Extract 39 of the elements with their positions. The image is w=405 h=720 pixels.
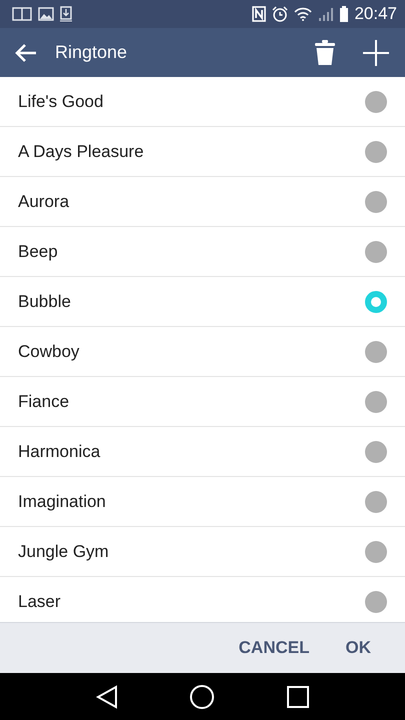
radio-button[interactable] (365, 190, 387, 212)
radio-button[interactable] (365, 240, 387, 262)
screen-title: Ringtone (55, 42, 128, 63)
radio-button[interactable] (365, 140, 387, 162)
add-icon[interactable] (363, 40, 389, 66)
radio-button[interactable] (365, 440, 387, 462)
radio-button[interactable] (365, 490, 387, 512)
trash-icon[interactable] (315, 40, 335, 66)
ringtone-item[interactable]: Imagination (0, 477, 405, 527)
recents-icon[interactable] (286, 686, 309, 708)
ringtone-item[interactable]: Harmonica (0, 427, 405, 477)
battery-icon (340, 6, 348, 22)
ringtone-item[interactable]: Cowboy (0, 327, 405, 377)
alarm-icon (272, 6, 288, 22)
radio-button[interactable] (365, 290, 387, 312)
ok-button[interactable]: OK (336, 630, 381, 666)
status-time: 20:47 (354, 4, 397, 24)
image-icon (38, 7, 54, 21)
ringtone-item[interactable]: Life's Good (0, 77, 405, 127)
back-icon[interactable] (96, 684, 118, 708)
ringtone-item[interactable]: Beep (0, 227, 405, 277)
back-arrow-icon[interactable] (14, 42, 38, 62)
home-icon[interactable] (190, 684, 214, 708)
ringtone-item[interactable]: Jungle Gym (0, 527, 405, 577)
radio-button[interactable] (365, 90, 387, 112)
nfc-icon (252, 6, 266, 22)
signal-icon (318, 7, 334, 21)
ringtone-item[interactable]: Fiance (0, 377, 405, 427)
ringtone-item[interactable]: Aurora (0, 177, 405, 227)
wifi-icon (294, 7, 312, 21)
cancel-button[interactable]: CANCEL (228, 630, 320, 666)
radio-button[interactable] (365, 590, 387, 612)
radio-button[interactable] (365, 390, 387, 412)
ringtone-item[interactable]: Bubble (0, 277, 405, 327)
ringtone-item[interactable]: A Days Pleasure (0, 127, 405, 177)
radio-button[interactable] (365, 340, 387, 362)
notification-icon (12, 7, 32, 21)
radio-button[interactable] (365, 540, 387, 562)
download-icon (60, 6, 72, 22)
